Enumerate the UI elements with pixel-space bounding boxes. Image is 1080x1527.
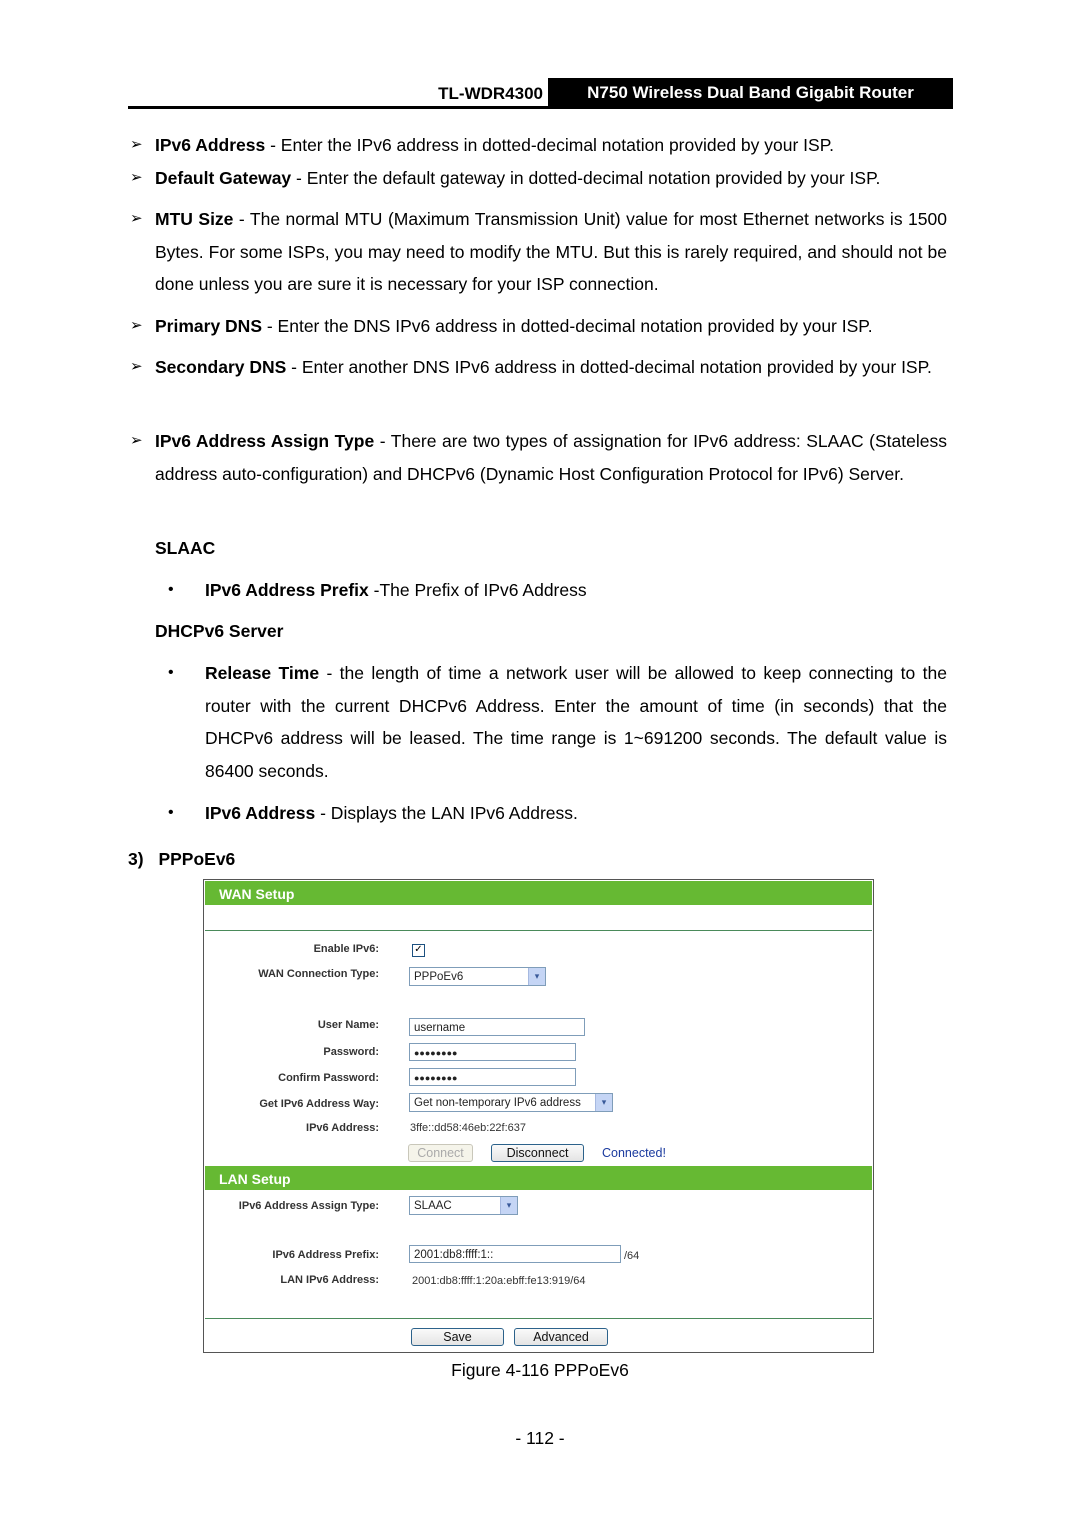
item-default-gateway: Default Gateway - Enter the default gate… (155, 162, 947, 195)
check-icon: ✓ (414, 944, 423, 955)
advanced-button[interactable]: Advanced (514, 1328, 608, 1346)
arrow-bullet-icon: ➢ (130, 136, 143, 153)
connection-status: Connected! (602, 1146, 666, 1160)
address-way-select[interactable]: Get non-temporary IPv6 address ▾ (409, 1093, 613, 1112)
figure-caption: Figure 4-116 PPPoEv6 (451, 1360, 629, 1380)
prefix-suffix: /64 (624, 1250, 640, 1262)
wan-type-select[interactable]: PPPoEv6 ▾ (409, 967, 546, 986)
item-mtu-size: MTU Size - The normal MTU (Maximum Trans… (155, 203, 947, 301)
lan-address-label: LAN IPv6 Address: (280, 1274, 379, 1286)
dhcp-release-time-item: Release Time - the length of time a netw… (205, 657, 947, 787)
lan-address-value: 2001:db8:ffff:1:20a:ebff:fe13:919/64 (412, 1275, 586, 1287)
desc: - Enter the default gateway in dotted-de… (291, 168, 881, 188)
assign-type-select[interactable]: SLAAC ▾ (409, 1196, 518, 1215)
wan-setup-header: WAN Setup (205, 881, 872, 905)
prefix-label: IPv6 Address Prefix: (272, 1249, 379, 1261)
address-way-value: Get non-temporary IPv6 address (414, 1097, 581, 1109)
chevron-down-icon: ▾ (528, 968, 545, 985)
item-primary-dns: Primary DNS - Enter the DNS IPv6 address… (155, 310, 947, 343)
section-number: 3) (128, 849, 144, 869)
desc: - Enter the IPv6 address in dotted-decim… (265, 135, 834, 155)
slaac-heading: SLAAC (155, 538, 216, 558)
password-label: Password: (323, 1046, 379, 1058)
enable-ipv6-checkbox[interactable]: ✓ (412, 944, 425, 957)
confirm-password-label: Confirm Password: (278, 1072, 379, 1084)
pppoev6-figure: WAN Setup Enable IPv6: ✓ WAN Connection … (203, 879, 874, 1353)
arrow-bullet-icon: ➢ (130, 317, 143, 334)
username-input[interactable]: username (409, 1018, 585, 1036)
desc: - Displays the LAN IPv6 Address. (315, 803, 578, 823)
disconnect-button[interactable]: Disconnect (491, 1144, 584, 1162)
arrow-bullet-icon: ➢ (130, 169, 143, 186)
term: Primary DNS (155, 316, 262, 336)
chevron-down-icon: ▾ (500, 1197, 517, 1214)
desc: - The normal MTU (Maximum Transmission U… (155, 209, 947, 294)
lan-setup-header: LAN Setup (205, 1166, 872, 1190)
term: IPv6 Address (205, 803, 316, 823)
term: IPv6 Address Assign Type (155, 431, 375, 451)
item-secondary-dns: Secondary DNS - Enter another DNS IPv6 a… (155, 351, 947, 384)
connect-button[interactable]: Connect (408, 1144, 473, 1162)
section-heading: 3) PPPoEv6 (128, 843, 235, 876)
ipv6-address-label: IPv6 Address: (306, 1122, 379, 1134)
slaac-prefix-item: IPv6 Address Prefix -The Prefix of IPv6 … (205, 574, 947, 607)
wan-type-label: WAN Connection Type: (258, 968, 379, 980)
desc: - Enter another DNS IPv6 address in dott… (286, 357, 932, 377)
prefix-input[interactable]: 2001:db8:ffff:1:: (409, 1245, 621, 1263)
enable-ipv6-label: Enable IPv6: (313, 943, 379, 955)
term: Default Gateway (155, 168, 292, 188)
term: MTU Size (155, 209, 234, 229)
page-number: - 112 - (515, 1428, 565, 1448)
term: IPv6 Address (155, 135, 266, 155)
arrow-bullet-icon: ➢ (130, 210, 143, 227)
term: Release Time (205, 663, 320, 683)
dot-bullet-icon: • (168, 664, 174, 681)
ipv6-address-value: 3ffe::dd58:46eb:22f:637 (410, 1122, 527, 1134)
desc: -The Prefix of IPv6 Address (368, 580, 587, 600)
address-way-label: Get IPv6 Address Way: (259, 1098, 379, 1110)
arrow-bullet-icon: ➢ (130, 432, 143, 449)
dot-bullet-icon: • (168, 581, 174, 598)
password-input[interactable]: ●●●●●●●● (409, 1043, 576, 1061)
desc: - Enter the DNS IPv6 address in dotted-d… (262, 316, 873, 336)
arrow-bullet-icon: ➢ (130, 358, 143, 375)
username-label: User Name: (317, 1019, 379, 1031)
term: IPv6 Address Prefix (205, 580, 369, 600)
assign-type-value: SLAAC (414, 1200, 452, 1212)
dhcp-ipv6-address-item: IPv6 Address - Displays the LAN IPv6 Add… (205, 797, 947, 830)
chevron-down-icon: ▾ (595, 1094, 612, 1111)
item-ipv6-address: IPv6 Address - Enter the IPv6 address in… (155, 129, 947, 162)
item-assign-type: IPv6 Address Assign Type - There are two… (155, 425, 947, 490)
wan-type-value: PPPoEv6 (414, 971, 464, 983)
divider (205, 1318, 872, 1319)
section-title: PPPoEv6 (158, 849, 236, 869)
save-button[interactable]: Save (411, 1328, 504, 1346)
divider (205, 930, 872, 931)
term: Secondary DNS (155, 357, 287, 377)
dhcp-heading: DHCPv6 Server (155, 621, 284, 641)
assign-type-label: IPv6 Address Assign Type: (238, 1200, 379, 1212)
confirm-password-input[interactable]: ●●●●●●●● (409, 1068, 576, 1086)
dot-bullet-icon: • (168, 804, 174, 821)
